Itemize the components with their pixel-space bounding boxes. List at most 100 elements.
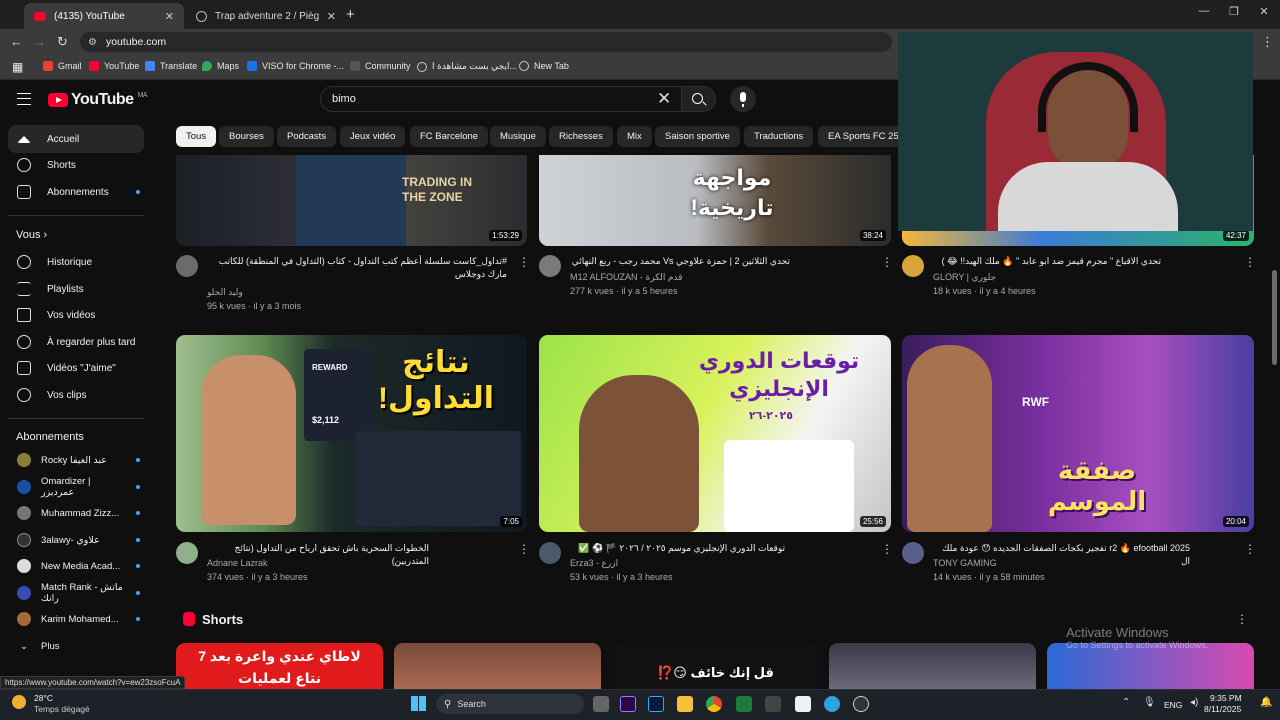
sidebar-item-abonnements[interactable]: Abonnements	[8, 178, 144, 206]
back-icon[interactable]: ←	[10, 34, 23, 49]
video-title[interactable]: تحدي الثلاثين 2 | حمزة علاوجي Vs محمد رج…	[570, 255, 790, 268]
new-tab-icon[interactable]: +	[346, 6, 355, 23]
bookmark-community[interactable]: Community	[350, 61, 411, 71]
app-sliders-icon[interactable]	[765, 696, 781, 712]
sidebar-item-historique[interactable]: Historique	[8, 248, 144, 276]
address-bar[interactable]: ⚙ youtube.com	[80, 32, 892, 52]
tab-youtube[interactable]: (4135) YouTube ✕	[24, 3, 184, 29]
language-indicator[interactable]: ENG	[1164, 700, 1182, 710]
chip-podcasts[interactable]: Podcasts	[277, 126, 337, 147]
sidebar-item-clips[interactable]: Vos clips	[8, 381, 144, 409]
chip-ea-sports-fc-25[interactable]: EA Sports FC 25	[818, 126, 909, 147]
clear-search-icon[interactable]: ✕	[657, 89, 671, 109]
chrome-icon[interactable]	[706, 696, 722, 712]
task-view-icon[interactable]	[593, 696, 609, 712]
channel-name[interactable]: GLORY | جلوري	[933, 270, 996, 284]
video-title[interactable]: توقعات الدوري الإنجليزي موسم ٢٠٢٥ / ٢٠٢٦…	[570, 542, 785, 555]
short-card[interactable]: لاطاي عندي واعرة بعد 7 نتاع لعمليات	[176, 643, 383, 689]
tray-chevron-icon[interactable]: ⌃	[1122, 697, 1130, 708]
menu-icon[interactable]	[17, 93, 31, 105]
weather-temp[interactable]: 28°C	[34, 693, 53, 703]
sidebar-item-watch-later[interactable]: À regarder plus tard	[8, 328, 144, 356]
short-card[interactable]: قل إنك خائف 😏⁉️	[612, 643, 819, 689]
chip-musique[interactable]: Musique	[490, 126, 546, 147]
notifications-icon[interactable]: 🔔	[1260, 697, 1272, 708]
sidebar-item-playlists[interactable]: Playlists	[8, 275, 144, 303]
video-thumbnail[interactable]: مواجهة تاريخية! 38:24	[539, 155, 891, 246]
short-card[interactable]	[829, 643, 1036, 689]
taskbar-search[interactable]: ⚲ Search	[436, 694, 584, 714]
video-thumbnail[interactable]: TRADING IN THE ZONE 1:53:29	[176, 155, 527, 246]
video-title[interactable]: تحدي الاقباع " مجرم قيمز ضد ابو عابد " 🔥…	[933, 255, 1161, 268]
site-info-icon[interactable]: ⚙	[88, 37, 97, 48]
chip-traductions[interactable]: Traductions	[744, 126, 814, 147]
bookmark-maps[interactable]: Maps	[202, 61, 239, 71]
chip-fc-barcelone[interactable]: FC Barcelone	[410, 126, 489, 147]
chip-richesses[interactable]: Richesses	[549, 126, 613, 147]
channel-name[interactable]: M12 ALFOUZAN - قدم الكرة	[570, 270, 683, 284]
short-card[interactable]	[394, 643, 601, 689]
clock-time[interactable]: 9:35 PM	[1210, 693, 1242, 703]
subscription-match-rank[interactable]: Match Rank - ماتش رانك	[8, 580, 144, 606]
more-options-icon[interactable]: ⋮	[1244, 542, 1256, 556]
weather-icon[interactable]	[12, 695, 26, 709]
speaker-icon[interactable]: ◂)	[1190, 697, 1198, 708]
bookmark-egybest[interactable]: ايجي بست مشاهدة ا...	[417, 61, 517, 72]
subscription-omardizer[interactable]: Omardizer | عمرديزر	[8, 474, 144, 500]
chip-tous[interactable]: Tous	[176, 126, 217, 147]
video-thumbnail[interactable]: توقعات الدوري الإنجليزي ٢٠٢٥-٢٦ 25:56	[539, 335, 891, 532]
channel-avatar[interactable]	[902, 542, 924, 564]
channel-name[interactable]: Erza3 - ازرع	[570, 556, 618, 570]
file-explorer-icon[interactable]	[677, 696, 693, 712]
scrollbar-thumb[interactable]	[1272, 270, 1277, 365]
channel-name[interactable]: وليد الحلو	[207, 285, 243, 299]
channel-name[interactable]: TONY GAMING	[933, 556, 997, 570]
video-thumbnail[interactable]: RWF صفقة الموسم 20:04	[902, 335, 1254, 532]
video-title[interactable]: #تداول_كاست سلسلة أعظم كتب التداول - كتا…	[207, 255, 507, 281]
subscription-muhammad[interactable]: Muhammad Zizz...	[8, 500, 144, 526]
subscription-rocky[interactable]: Rocky عبد الغيفا	[8, 447, 144, 473]
minimize-icon[interactable]: —	[1190, 5, 1218, 17]
more-options-icon[interactable]: ⋮	[1236, 612, 1248, 626]
chip-bourses[interactable]: Bourses	[219, 126, 274, 147]
search-input[interactable]: bimo	[320, 86, 682, 112]
telegram-icon[interactable]	[824, 696, 840, 712]
sidebar-more[interactable]: ⌄ Plus	[8, 633, 144, 659]
sidebar-item-shorts[interactable]: Shorts	[8, 151, 144, 179]
channel-avatar[interactable]	[176, 542, 198, 564]
more-options-icon[interactable]: ⋮	[518, 542, 530, 556]
channel-name[interactable]: Adnane Lazrak	[207, 556, 268, 570]
close-icon[interactable]: ✕	[165, 10, 174, 23]
premiere-icon[interactable]	[620, 696, 636, 712]
channel-avatar[interactable]	[902, 255, 924, 277]
bookmark-viso[interactable]: VISO for Chrome -...	[247, 61, 344, 71]
forward-icon[interactable]: →	[33, 34, 46, 49]
chip-jeux-video[interactable]: Jeux vidéo	[340, 126, 406, 147]
sidebar-you-header[interactable]: Vous ›	[16, 229, 47, 241]
subscription-karim[interactable]: Karim Mohamed...	[8, 606, 144, 632]
bookmark-youtube[interactable]: YouTube	[89, 61, 139, 71]
channel-avatar[interactable]	[539, 255, 561, 277]
windows-start-icon[interactable]	[411, 696, 426, 711]
bookmark-gmail[interactable]: Gmail	[43, 61, 82, 71]
reload-icon[interactable]: ↻	[57, 34, 68, 50]
video-thumbnail[interactable]: REWARD $2,112 نتائج التداول! 7:05	[176, 335, 527, 532]
subscription-new-media[interactable]: New Media Acad...	[8, 553, 144, 579]
close-icon[interactable]: ✕	[327, 10, 336, 23]
tab-trap-adventure[interactable]: Trap adventure 2 / Piège d'aven ✕	[186, 3, 346, 29]
more-options-icon[interactable]: ⋮	[1244, 255, 1256, 269]
apps-icon[interactable]: ▦	[12, 60, 23, 74]
more-options-icon[interactable]: ⋮	[518, 255, 530, 269]
more-options-icon[interactable]: ⋮	[881, 542, 893, 556]
search-button[interactable]	[682, 86, 716, 112]
sidebar-item-liked[interactable]: Vidéos "J'aime"	[8, 354, 144, 382]
chip-saison-sportive[interactable]: Saison sportive	[655, 126, 740, 147]
more-options-icon[interactable]: ⋮	[881, 255, 893, 269]
window-close-icon[interactable]: ✕	[1250, 5, 1278, 18]
photoshop-icon[interactable]	[648, 696, 664, 712]
page-scrollbar[interactable]	[1272, 120, 1278, 676]
browser-menu-icon[interactable]: ⋮	[1261, 34, 1274, 50]
bookmark-new-tab[interactable]: New Tab	[519, 61, 569, 71]
app-green-icon[interactable]	[736, 696, 752, 712]
sidebar-item-vos-videos[interactable]: Vos vidéos	[8, 301, 144, 329]
